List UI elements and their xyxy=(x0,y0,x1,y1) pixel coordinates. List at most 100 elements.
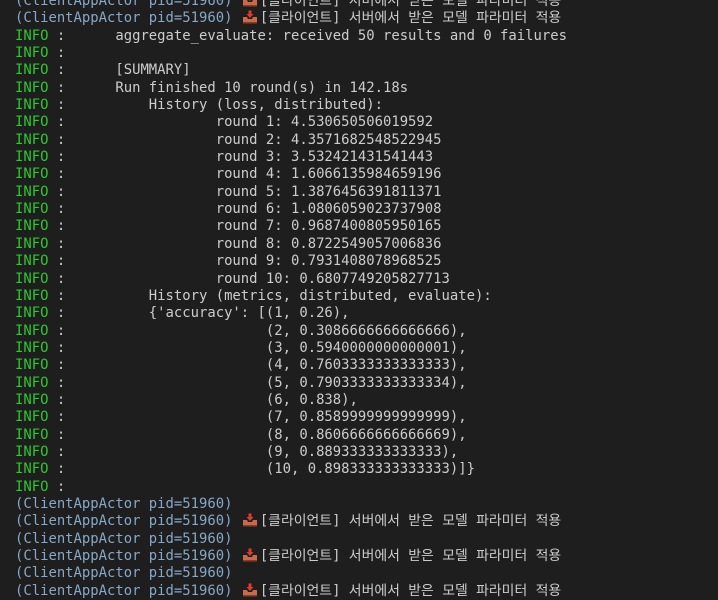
log-level: INFO xyxy=(15,374,49,391)
inbox-tray-icon xyxy=(242,548,258,562)
log-line-actor: (ClientAppActor pid=51960) [클라이언트] 서버에서 … xyxy=(0,10,718,27)
log-line-info: INFO : round 3: 3.532421431541443 xyxy=(0,149,718,166)
log-line-info: INFO : round 6: 1.0806059023737908 xyxy=(0,201,718,218)
log-level: INFO xyxy=(15,183,49,200)
log-message: [클라이언트] 서버에서 받은 모델 파라미터 적용 xyxy=(259,582,562,599)
log-line-info: INFO : round 10: 0.6807749205827713 xyxy=(0,271,718,288)
log-message: [클라이언트] 서버에서 받은 모델 파라미터 적용 xyxy=(259,513,562,530)
actor-prefix: (ClientAppActor pid=51960) xyxy=(15,495,233,512)
log-line-actor: (ClientAppActor pid=51960) [클라이언트] 서버에서 … xyxy=(0,548,718,565)
log-line-info: INFO : (10, 0.898333333333333)]} xyxy=(0,461,718,478)
log-level: INFO xyxy=(15,391,49,408)
log-line-info: INFO : History (metrics, distributed, ev… xyxy=(0,288,718,305)
log-line-actor: (ClientAppActor pid=51960) xyxy=(0,531,718,548)
inbox-tray-icon xyxy=(242,0,258,7)
log-message: : (3, 0.5940000000000001), xyxy=(48,339,467,356)
log-level: INFO xyxy=(15,287,49,304)
log-line-actor: (ClientAppActor pid=51960) xyxy=(0,565,718,582)
log-message: : (4, 0.7603333333333333), xyxy=(48,357,467,374)
log-level: INFO xyxy=(15,166,49,183)
log-message: : History (loss, distributed): xyxy=(48,97,383,114)
actor-prefix: (ClientAppActor pid=51960) xyxy=(15,548,233,564)
log-line-info: INFO : {'accuracy': [(1, 0.26), xyxy=(0,305,718,322)
log-message: : round 6: 1.0806059023737908 xyxy=(48,201,442,218)
log-message: : round 8: 0.8722549057006836 xyxy=(48,235,442,252)
log-message: : History (metrics, distributed, evaluat… xyxy=(48,287,492,304)
log-line-actor: (ClientAppActor pid=51960) xyxy=(0,496,718,513)
log-line-info: INFO : (6, 0.838), xyxy=(0,392,718,409)
log-level: INFO xyxy=(15,270,49,287)
log-level: INFO xyxy=(15,305,49,322)
log-level: INFO xyxy=(15,131,49,148)
log-message: : (5, 0.7903333333333334), xyxy=(48,374,467,391)
log-level: INFO xyxy=(15,27,49,44)
log-line-info: INFO : round 8: 0.8722549057006836 xyxy=(0,236,718,253)
inbox-tray-icon xyxy=(242,10,258,24)
log-line-actor: (ClientAppActor pid=51960) [클라이언트] 서버에서 … xyxy=(0,583,718,600)
inbox-tray-icon xyxy=(242,583,258,597)
actor-prefix: (ClientAppActor pid=51960) xyxy=(15,565,233,582)
log-line-info: INFO : (3, 0.5940000000000001), xyxy=(0,340,718,357)
log-line-info: INFO : History (loss, distributed): xyxy=(0,97,718,114)
log-level: INFO xyxy=(15,114,49,131)
log-line-info: INFO : Run finished 10 round(s) in 142.1… xyxy=(0,80,718,97)
log-line-info: INFO : round 7: 0.9687400805950165 xyxy=(0,218,718,235)
log-line-info: INFO : (4, 0.7603333333333333), xyxy=(0,357,718,374)
log-message: : {'accuracy': [(1, 0.26), xyxy=(48,305,350,322)
log-line-info: INFO : round 1: 4.530650506019592 xyxy=(0,114,718,131)
log-level: INFO xyxy=(15,357,49,374)
log-message: : round 10: 0.6807749205827713 xyxy=(48,270,450,287)
log-line-info: INFO : round 5: 1.3876456391811371 xyxy=(0,184,718,201)
log-level: INFO xyxy=(15,339,49,356)
inbox-tray-icon xyxy=(242,513,258,527)
log-level: INFO xyxy=(15,79,49,96)
log-message: [클라이언트] 서버에서 받은 모델 파라미터 적용 xyxy=(259,548,562,564)
log-level: INFO xyxy=(15,62,49,79)
log-message: : (7, 0.8589999999999999), xyxy=(48,409,467,426)
log-message: : (6, 0.838), xyxy=(48,391,358,408)
log-message: : (8, 0.8606666666666669), xyxy=(48,426,467,443)
log-message: : aggregate_evaluate: received 50 result… xyxy=(48,27,567,44)
log-line-info: INFO : (7, 0.8589999999999999), xyxy=(0,409,718,426)
log-line-info: INFO : (8, 0.8606666666666669), xyxy=(0,427,718,444)
log-message: : round 7: 0.9687400805950165 xyxy=(48,218,442,235)
log-message: : round 4: 1.6066135984659196 xyxy=(48,166,442,183)
log-level: INFO xyxy=(15,322,49,339)
log-line-info: INFO : round 4: 1.6066135984659196 xyxy=(0,166,718,183)
log-line-info: INFO : round 2: 4.3571682548522945 xyxy=(0,132,718,149)
log-message: : Run finished 10 round(s) in 142.18s xyxy=(48,79,409,96)
log-message: : xyxy=(48,45,66,62)
actor-prefix: (ClientAppActor pid=51960) xyxy=(15,513,233,530)
log-line-info: INFO : round 9: 0.7931408078968525 xyxy=(0,253,718,270)
log-message: : round 2: 4.3571682548522945 xyxy=(48,131,442,148)
log-message: : (2, 0.3086666666666666), xyxy=(48,322,467,339)
log-level: INFO xyxy=(15,235,49,252)
log-level: INFO xyxy=(15,443,49,460)
log-level: INFO xyxy=(15,45,49,62)
log-line-info: INFO : (9, 0.889333333333333), xyxy=(0,444,718,461)
actor-prefix: (ClientAppActor pid=51960) xyxy=(15,0,233,9)
log-line-info: INFO : aggregate_evaluate: received 50 r… xyxy=(0,28,718,45)
actor-prefix: (ClientAppActor pid=51960) xyxy=(15,582,233,599)
log-message: [클라이언트] 서버에서 받은 모델 파라미터 적용 xyxy=(259,10,562,27)
log-level: INFO xyxy=(15,253,49,270)
log-line-info: INFO : (5, 0.7903333333333334), xyxy=(0,375,718,392)
log-message: : round 5: 1.3876456391811371 xyxy=(48,183,442,200)
log-line-info: INFO : (2, 0.3086666666666666), xyxy=(0,323,718,340)
terminal-output[interactable]: (ClientAppActor pid=51960) [클라이언트] 서버에서 … xyxy=(0,0,718,600)
log-line-actor: (ClientAppActor pid=51960) [클라이언트] 서버에서 … xyxy=(0,513,718,530)
actor-prefix: (ClientAppActor pid=51960) xyxy=(15,530,233,547)
log-message: : (10, 0.898333333333333)]} xyxy=(48,461,475,478)
log-message: : round 1: 4.530650506019592 xyxy=(48,114,434,131)
log-message: : xyxy=(48,478,66,495)
log-line-info: INFO : xyxy=(0,479,718,496)
log-level: INFO xyxy=(15,201,49,218)
log-message: : round 9: 0.7931408078968525 xyxy=(48,253,442,270)
log-message: : round 3: 3.532421431541443 xyxy=(48,149,434,166)
log-level: INFO xyxy=(15,461,49,478)
log-level: INFO xyxy=(15,478,49,495)
log-level: INFO xyxy=(15,97,49,114)
log-level: INFO xyxy=(15,409,49,426)
log-line-actor: (ClientAppActor pid=51960) [클라이언트] 서버에서 … xyxy=(0,0,718,10)
log-message: : (9, 0.889333333333333), xyxy=(48,443,459,460)
